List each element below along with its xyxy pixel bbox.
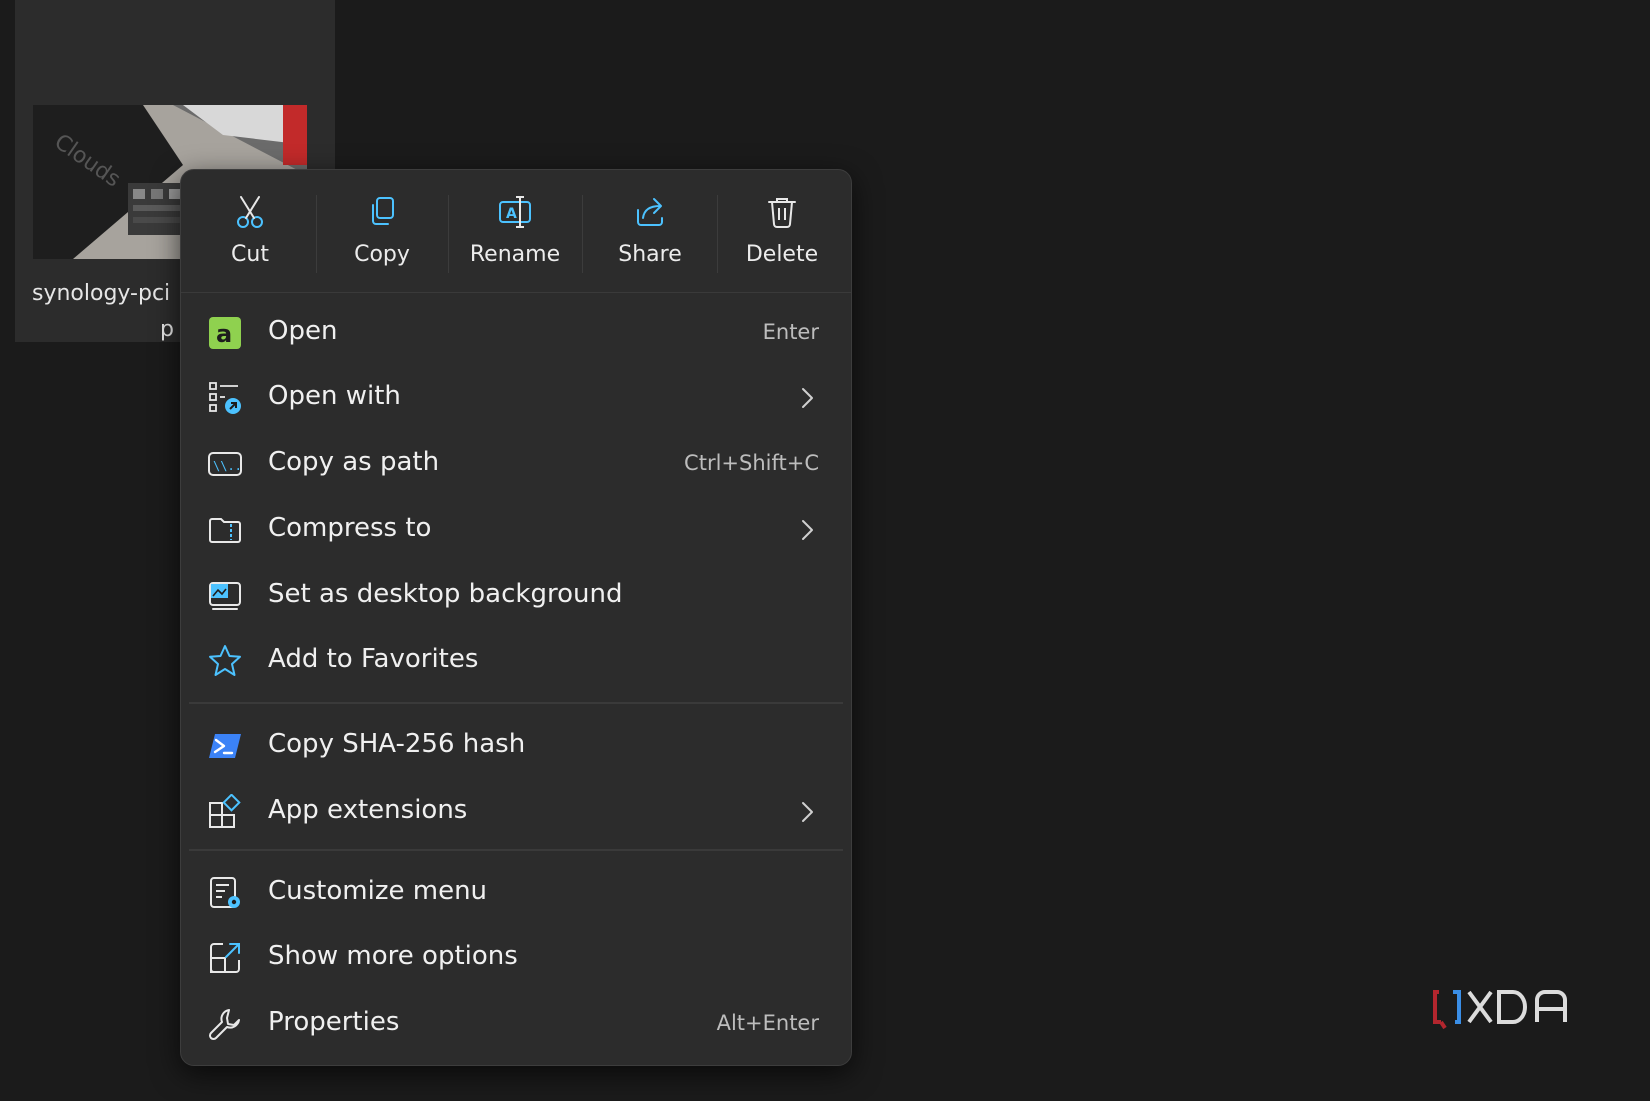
trash-icon bbox=[768, 198, 796, 228]
svg-text:\\..: \\.. bbox=[213, 459, 242, 473]
chevron-right-icon bbox=[802, 802, 813, 822]
customize-menu-label: Customize menu bbox=[268, 876, 488, 906]
add-to-favorites-label: Add to Favorites bbox=[268, 644, 479, 674]
photo-app-icon: a bbox=[209, 317, 241, 349]
menu-item-app-extensions[interactable]: App extensions bbox=[191, 781, 841, 843]
wrench-icon bbox=[208, 1009, 240, 1041]
copy-as-path-label: Copy as path bbox=[268, 447, 440, 477]
desktop-background-icon bbox=[209, 582, 241, 610]
menu-item-properties[interactable]: Properties Alt+Enter bbox=[191, 993, 841, 1055]
app-extensions-label: App extensions bbox=[268, 795, 468, 825]
chevron-right-icon bbox=[802, 520, 813, 540]
menu-item-copy-as-path[interactable]: \\.. Copy as path Ctrl+Shift+C bbox=[191, 433, 841, 495]
menu-item-add-to-favorites[interactable]: Add to Favorites bbox=[191, 630, 841, 692]
scissors-icon bbox=[237, 196, 263, 228]
menu-item-customize-menu[interactable]: Customize menu bbox=[191, 862, 841, 924]
open-label: Open bbox=[268, 316, 338, 346]
menu-item-open[interactable]: a Open Enter bbox=[191, 302, 841, 364]
show-more-options-icon bbox=[210, 943, 240, 973]
cut-button[interactable]: Cut bbox=[190, 190, 310, 280]
copy-label: Copy bbox=[354, 242, 410, 267]
menu-item-open-with[interactable]: Open with bbox=[191, 367, 841, 429]
menu-item-copy-sha256-hash[interactable]: Copy SHA-256 hash bbox=[191, 715, 841, 777]
zip-folder-icon bbox=[209, 518, 241, 543]
toolbar-divider bbox=[582, 195, 583, 273]
menu-divider bbox=[189, 849, 843, 851]
rename-icon: A bbox=[499, 196, 531, 228]
toolbar-divider bbox=[448, 195, 449, 273]
menu-item-compress-to[interactable]: Compress to bbox=[191, 499, 841, 561]
menu-item-set-desktop-background[interactable]: Set as desktop background bbox=[191, 565, 841, 627]
chevron-right-icon bbox=[802, 388, 813, 408]
rename-label: Rename bbox=[469, 242, 561, 267]
copy-button[interactable]: Copy bbox=[322, 190, 442, 280]
compress-to-label: Compress to bbox=[268, 513, 432, 543]
xda-logo bbox=[1433, 990, 1567, 1030]
context-menu-toolbar: Cut Copy A Rename Share Delete bbox=[181, 170, 851, 293]
toolbar-divider bbox=[316, 195, 317, 273]
show-more-options-label: Show more options bbox=[268, 941, 518, 971]
menu-divider bbox=[189, 702, 843, 704]
set-desktop-background-label: Set as desktop background bbox=[268, 579, 623, 609]
copy-sha256-label: Copy SHA-256 hash bbox=[268, 729, 526, 759]
customize-menu-icon bbox=[210, 877, 240, 908]
svg-text:a: a bbox=[216, 320, 232, 348]
share-label: Share bbox=[618, 242, 682, 267]
open-shortcut: Enter bbox=[762, 320, 819, 344]
app-extensions-icon bbox=[209, 794, 241, 828]
toolbar-divider bbox=[717, 195, 718, 273]
copy-icon bbox=[372, 197, 394, 225]
delete-button[interactable]: Delete bbox=[722, 190, 842, 280]
share-button[interactable]: Share bbox=[590, 190, 710, 280]
svg-text:A: A bbox=[506, 206, 517, 222]
powershell-icon bbox=[209, 734, 241, 758]
delete-label: Delete bbox=[745, 242, 819, 267]
rename-button[interactable]: A Rename bbox=[455, 190, 575, 280]
share-icon bbox=[637, 198, 663, 226]
menu-item-show-more-options[interactable]: Show more options bbox=[191, 927, 841, 989]
properties-shortcut: Alt+Enter bbox=[716, 1011, 819, 1035]
copy-as-path-shortcut: Ctrl+Shift+C bbox=[684, 451, 819, 475]
context-menu: Cut Copy A Rename Share Delete a Open En… bbox=[180, 169, 852, 1066]
star-icon bbox=[209, 645, 241, 676]
open-with-icon bbox=[209, 382, 241, 414]
cut-label: Cut bbox=[231, 242, 269, 267]
copy-path-icon: \\.. bbox=[208, 452, 242, 476]
open-with-label: Open with bbox=[268, 381, 401, 411]
properties-label: Properties bbox=[268, 1007, 400, 1037]
